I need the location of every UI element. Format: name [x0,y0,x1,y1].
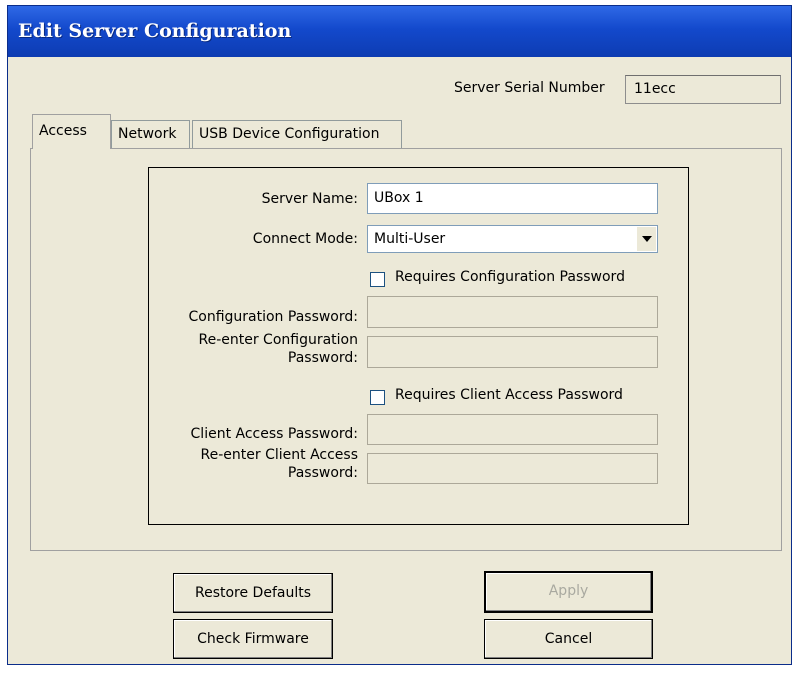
serial-number-label: Server Serial Number [454,80,605,96]
requires-config-password-label: Requires Configuration Password [395,269,625,285]
restore-defaults-button[interactable]: Restore Defaults [173,573,333,613]
server-name-label: Server Name: [261,191,358,207]
client-password-label: Client Access Password: [190,426,358,442]
client-password-input[interactable] [367,414,658,445]
tab-usb-device-configuration[interactable]: USB Device Configuration [192,120,402,148]
config-password-input[interactable] [367,296,658,328]
edit-server-configuration-dialog: Edit Server Configuration Server Serial … [7,5,792,665]
tab-network[interactable]: Network [111,120,190,148]
requires-config-password-checkbox[interactable] [370,272,385,287]
window-title: Edit Server Configuration [18,20,292,42]
connect-mode-label: Connect Mode: [252,231,358,247]
serial-number-field: 11ecc [625,75,781,104]
server-name-input[interactable]: UBox 1 [367,183,658,214]
reenter-config-password-input[interactable] [367,336,658,368]
reenter-config-password-label: Re-enter Configuration Password: [198,332,358,366]
reenter-client-password-label: Re-enter Client Access Password: [200,447,358,481]
connect-mode-select[interactable]: Multi-User [367,225,658,253]
connect-mode-value: Multi-User [374,231,446,247]
apply-button[interactable]: Apply [484,571,653,613]
chevron-down-icon[interactable] [636,227,656,251]
requires-client-password-checkbox[interactable] [370,390,385,405]
requires-client-password-label: Requires Client Access Password [395,387,623,403]
check-firmware-button[interactable]: Check Firmware [173,619,333,659]
config-password-label: Configuration Password: [188,309,358,325]
title-bar[interactable]: Edit Server Configuration [8,6,791,57]
reenter-client-password-input[interactable] [367,453,658,484]
cancel-button[interactable]: Cancel [484,619,653,659]
tab-access[interactable]: Access [32,114,111,149]
